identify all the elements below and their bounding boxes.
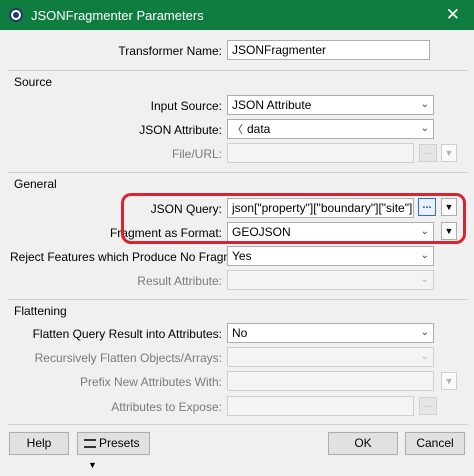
highlight-box (121, 193, 466, 244)
presets-dropdown-icon: ▼ (88, 460, 97, 470)
json-attribute-select[interactable]: 〈 data ⌄ (227, 119, 434, 139)
help-button-label: Help (26, 436, 52, 450)
chevron-down-icon: ⌄ (420, 123, 429, 134)
close-icon[interactable]: ✕ (446, 5, 460, 25)
input-source-value: JSON Attribute (232, 98, 312, 112)
prefix-attributes-label: Prefix New Attributes With: (79, 375, 222, 389)
file-url-input (227, 143, 414, 163)
help-button[interactable]: Help (9, 432, 69, 455)
chevron-down-icon: ⌄ (420, 99, 429, 110)
attributes-expose-browse-button: ... (419, 397, 437, 415)
recursively-flatten-select: ⌄ (227, 347, 434, 367)
flatten-query-select[interactable]: No ⌄ (227, 323, 434, 343)
file-url-menu-button: ▼ (441, 144, 457, 162)
input-source-label: Input Source: (150, 99, 222, 113)
general-separator (8, 172, 468, 173)
result-attribute-label: Result Attribute: (137, 274, 222, 288)
bottom-separator (8, 424, 468, 425)
file-url-browse-button: ... (419, 144, 437, 162)
reject-features-value: Yes (232, 249, 252, 263)
transformer-name-input[interactable]: JSONFragmenter (227, 40, 430, 60)
chevron-down-icon: ⌄ (420, 351, 429, 362)
presets-button-label: Presets (99, 436, 140, 450)
flatten-query-label: Flatten Query Result into Attributes: (32, 327, 222, 341)
reject-features-label: Reject Features which Produce No Fragmen… (10, 250, 260, 264)
general-heading: General (14, 177, 57, 191)
ok-button[interactable]: OK (328, 432, 398, 455)
transformer-name-label: Transformer Name: (118, 44, 222, 58)
file-url-label: File/URL: (171, 147, 222, 161)
json-attribute-label: JSON Attribute: (139, 123, 222, 137)
presets-icon (84, 439, 96, 449)
recursively-flatten-label: Recursively Flatten Objects/Arrays: (34, 351, 222, 365)
reject-features-select[interactable]: Yes ⌄ (227, 246, 434, 266)
cancel-button-label: Cancel (416, 436, 454, 450)
result-attribute-select: ⌄ (227, 270, 434, 290)
json-attribute-value: data (247, 122, 271, 136)
title-bar: JSONFragmenter Parameters ✕ (0, 0, 474, 30)
source-separator (8, 70, 468, 71)
app-icon (9, 8, 23, 22)
chevron-down-icon: ⌄ (420, 327, 429, 338)
prefix-attributes-menu-button: ▼ (441, 372, 457, 390)
flatten-query-value: No (232, 326, 248, 340)
attributes-expose-label: Attributes to Expose: (111, 400, 222, 414)
flattening-heading: Flattening (14, 304, 67, 318)
attribute-tag-icon: 〈 (232, 124, 243, 136)
chevron-down-icon: ⌄ (420, 274, 429, 285)
source-heading: Source (14, 75, 53, 89)
prefix-attributes-input (227, 371, 434, 391)
flattening-separator (8, 299, 468, 300)
window-title: JSONFragmenter Parameters (31, 7, 204, 23)
presets-button[interactable]: Presets ▼ (77, 432, 150, 470)
cancel-button[interactable]: Cancel (405, 432, 465, 455)
ok-button-label: OK (354, 436, 372, 450)
chevron-down-icon: ⌄ (420, 250, 429, 261)
input-source-select[interactable]: JSON Attribute ⌄ (227, 95, 434, 115)
attributes-expose-input (227, 396, 414, 416)
